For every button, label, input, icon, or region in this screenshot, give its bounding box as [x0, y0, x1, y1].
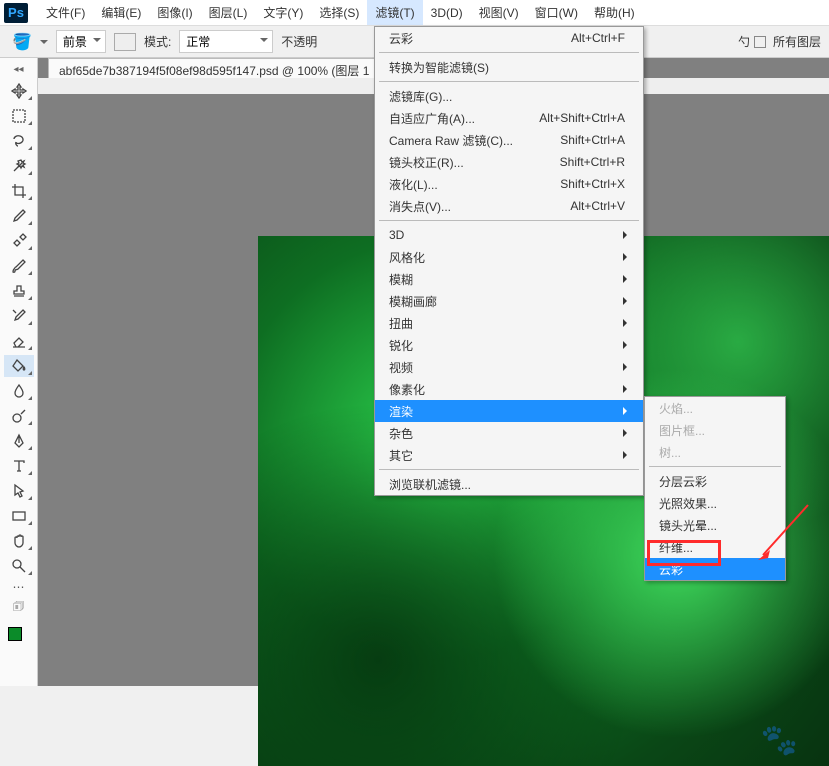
opacity-label: 不透明 [281, 33, 317, 50]
filter-sub-blur-gallery[interactable]: 模糊画廊 [375, 290, 643, 312]
render-submenu: 火焰... 图片框... 树... 分层云彩 光照效果... 镜头光晕... 纤… [644, 396, 786, 581]
filter-wide-angle[interactable]: 自适应广角(A)...Alt+Shift+Ctrl+A [375, 107, 643, 129]
tool-more-icon[interactable]: ⋯ [13, 580, 25, 594]
filter-gallery[interactable]: 滤镜库(G)... [375, 85, 643, 107]
menu-layer[interactable]: 图层(L) [201, 0, 256, 25]
path-select-tool[interactable] [4, 480, 34, 502]
brush-tool[interactable] [4, 255, 34, 277]
zoom-tool[interactable] [4, 555, 34, 577]
app-logo: Ps [4, 3, 28, 23]
separator [379, 81, 639, 82]
edit-toolbar-icon[interactable]: 🗊 [13, 597, 24, 618]
menu-3d[interactable]: 3D(D) [423, 2, 471, 24]
document-tab[interactable]: abf65de7b387194f5f08ef98d595f147.psd @ 1… [48, 58, 384, 78]
filter-sub-distort[interactable]: 扭曲 [375, 312, 643, 334]
submenu-arrow-icon [623, 451, 631, 459]
filter-camera-raw[interactable]: Camera Raw 滤镜(C)...Shift+Ctrl+A [375, 129, 643, 151]
all-layers-checkbox[interactable] [754, 36, 766, 48]
text-tool[interactable] [4, 455, 34, 477]
rectangle-tool[interactable] [4, 505, 34, 527]
menubar: Ps 文件(F) 编辑(E) 图像(I) 图层(L) 文字(Y) 选择(S) 滤… [0, 0, 829, 26]
render-fibers[interactable]: 纤维... [645, 536, 785, 558]
chev-down-icon[interactable] [40, 40, 48, 48]
filter-sub-blur[interactable]: 模糊 [375, 268, 643, 290]
render-tree: 树... [645, 441, 785, 463]
submenu-arrow-icon [623, 429, 631, 437]
submenu-arrow-icon [623, 363, 631, 371]
move-tool[interactable] [4, 80, 34, 102]
filter-sub-3d[interactable]: 3D [375, 224, 643, 246]
render-clouds[interactable]: 云彩 [645, 558, 785, 580]
history-brush-tool[interactable] [4, 305, 34, 327]
tool-column: ◂◂ ⋯ 🗊 [0, 58, 38, 686]
pattern-swatch[interactable] [114, 33, 136, 51]
crop-tool[interactable] [4, 180, 34, 202]
bucket-tool[interactable] [4, 355, 34, 377]
menu-view[interactable]: 视图(V) [471, 0, 527, 25]
submenu-arrow-icon [623, 297, 631, 305]
menu-select[interactable]: 选择(S) [311, 0, 367, 25]
filter-sub-noise[interactable]: 杂色 [375, 422, 643, 444]
blur-tool[interactable] [4, 380, 34, 402]
render-difference-clouds[interactable]: 分层云彩 [645, 470, 785, 492]
lasso-tool[interactable] [4, 130, 34, 152]
foreground-select[interactable]: 前景 [56, 30, 106, 53]
render-lighting-effects[interactable]: 光照效果... [645, 492, 785, 514]
healing-tool[interactable] [4, 230, 34, 252]
submenu-arrow-icon [623, 231, 631, 239]
marquee-tool[interactable] [4, 105, 34, 127]
dodge-tool[interactable] [4, 405, 34, 427]
filter-browse-online[interactable]: 浏览联机滤镜... [375, 473, 643, 495]
bucket-icon: 🪣 [12, 32, 32, 52]
separator [649, 466, 781, 467]
submenu-arrow-icon [623, 275, 631, 283]
separator [379, 220, 639, 221]
filter-sub-video[interactable]: 视频 [375, 356, 643, 378]
filter-sub-stylize[interactable]: 风格化 [375, 246, 643, 268]
submenu-arrow-icon [623, 385, 631, 393]
render-flame: 火焰... [645, 397, 785, 419]
color-swatches[interactable] [8, 627, 30, 649]
menu-image[interactable]: 图像(I) [149, 0, 200, 25]
menu-edit[interactable]: 编辑(E) [93, 0, 149, 25]
filter-menu: 云彩 Alt+Ctrl+F 转换为智能滤镜(S) 滤镜库(G)... 自适应广角… [374, 26, 644, 496]
collapse-icon[interactable]: ◂◂ [11, 62, 25, 77]
hand-tool[interactable] [4, 530, 34, 552]
all-layers-label: 所有图层 [773, 33, 821, 50]
render-lens-flare[interactable]: 镜头光晕... [645, 514, 785, 536]
menu-type[interactable]: 文字(Y) [255, 0, 311, 25]
submenu-arrow-icon [623, 319, 631, 327]
constrain-label: 勺 [738, 33, 750, 50]
filter-last-used[interactable]: 云彩 Alt+Ctrl+F [375, 27, 643, 49]
menu-window[interactable]: 窗口(W) [527, 0, 586, 25]
filter-lens-correction[interactable]: 镜头校正(R)...Shift+Ctrl+R [375, 151, 643, 173]
stamp-tool[interactable] [4, 280, 34, 302]
eyedropper-tool[interactable] [4, 205, 34, 227]
mode-select[interactable]: 正常 [179, 30, 273, 53]
mode-label: 模式: [144, 33, 171, 50]
filter-convert-smart[interactable]: 转换为智能滤镜(S) [375, 56, 643, 78]
filter-vanishing-point[interactable]: 消失点(V)...Alt+Ctrl+V [375, 195, 643, 217]
filter-last-label: 云彩 [389, 30, 413, 47]
filter-liquify[interactable]: 液化(L)...Shift+Ctrl+X [375, 173, 643, 195]
submenu-arrow-icon [623, 253, 631, 261]
submenu-arrow-icon [623, 341, 631, 349]
filter-sub-pixelate[interactable]: 像素化 [375, 378, 643, 400]
watermark-icon: 🐾 [761, 723, 798, 758]
filter-last-shortcut: Alt+Ctrl+F [571, 31, 625, 45]
filter-sub-render[interactable]: 渲染 [375, 400, 643, 422]
separator [379, 469, 639, 470]
filter-sub-sharpen[interactable]: 锐化 [375, 334, 643, 356]
submenu-arrow-icon [623, 407, 631, 415]
pen-tool[interactable] [4, 430, 34, 452]
filter-sub-other[interactable]: 其它 [375, 444, 643, 466]
menu-filter[interactable]: 滤镜(T) [367, 0, 422, 25]
menu-file[interactable]: 文件(F) [38, 0, 93, 25]
eraser-tool[interactable] [4, 330, 34, 352]
wand-tool[interactable] [4, 155, 34, 177]
render-picture-frame: 图片框... [645, 419, 785, 441]
separator [379, 52, 639, 53]
menu-help[interactable]: 帮助(H) [586, 0, 643, 25]
